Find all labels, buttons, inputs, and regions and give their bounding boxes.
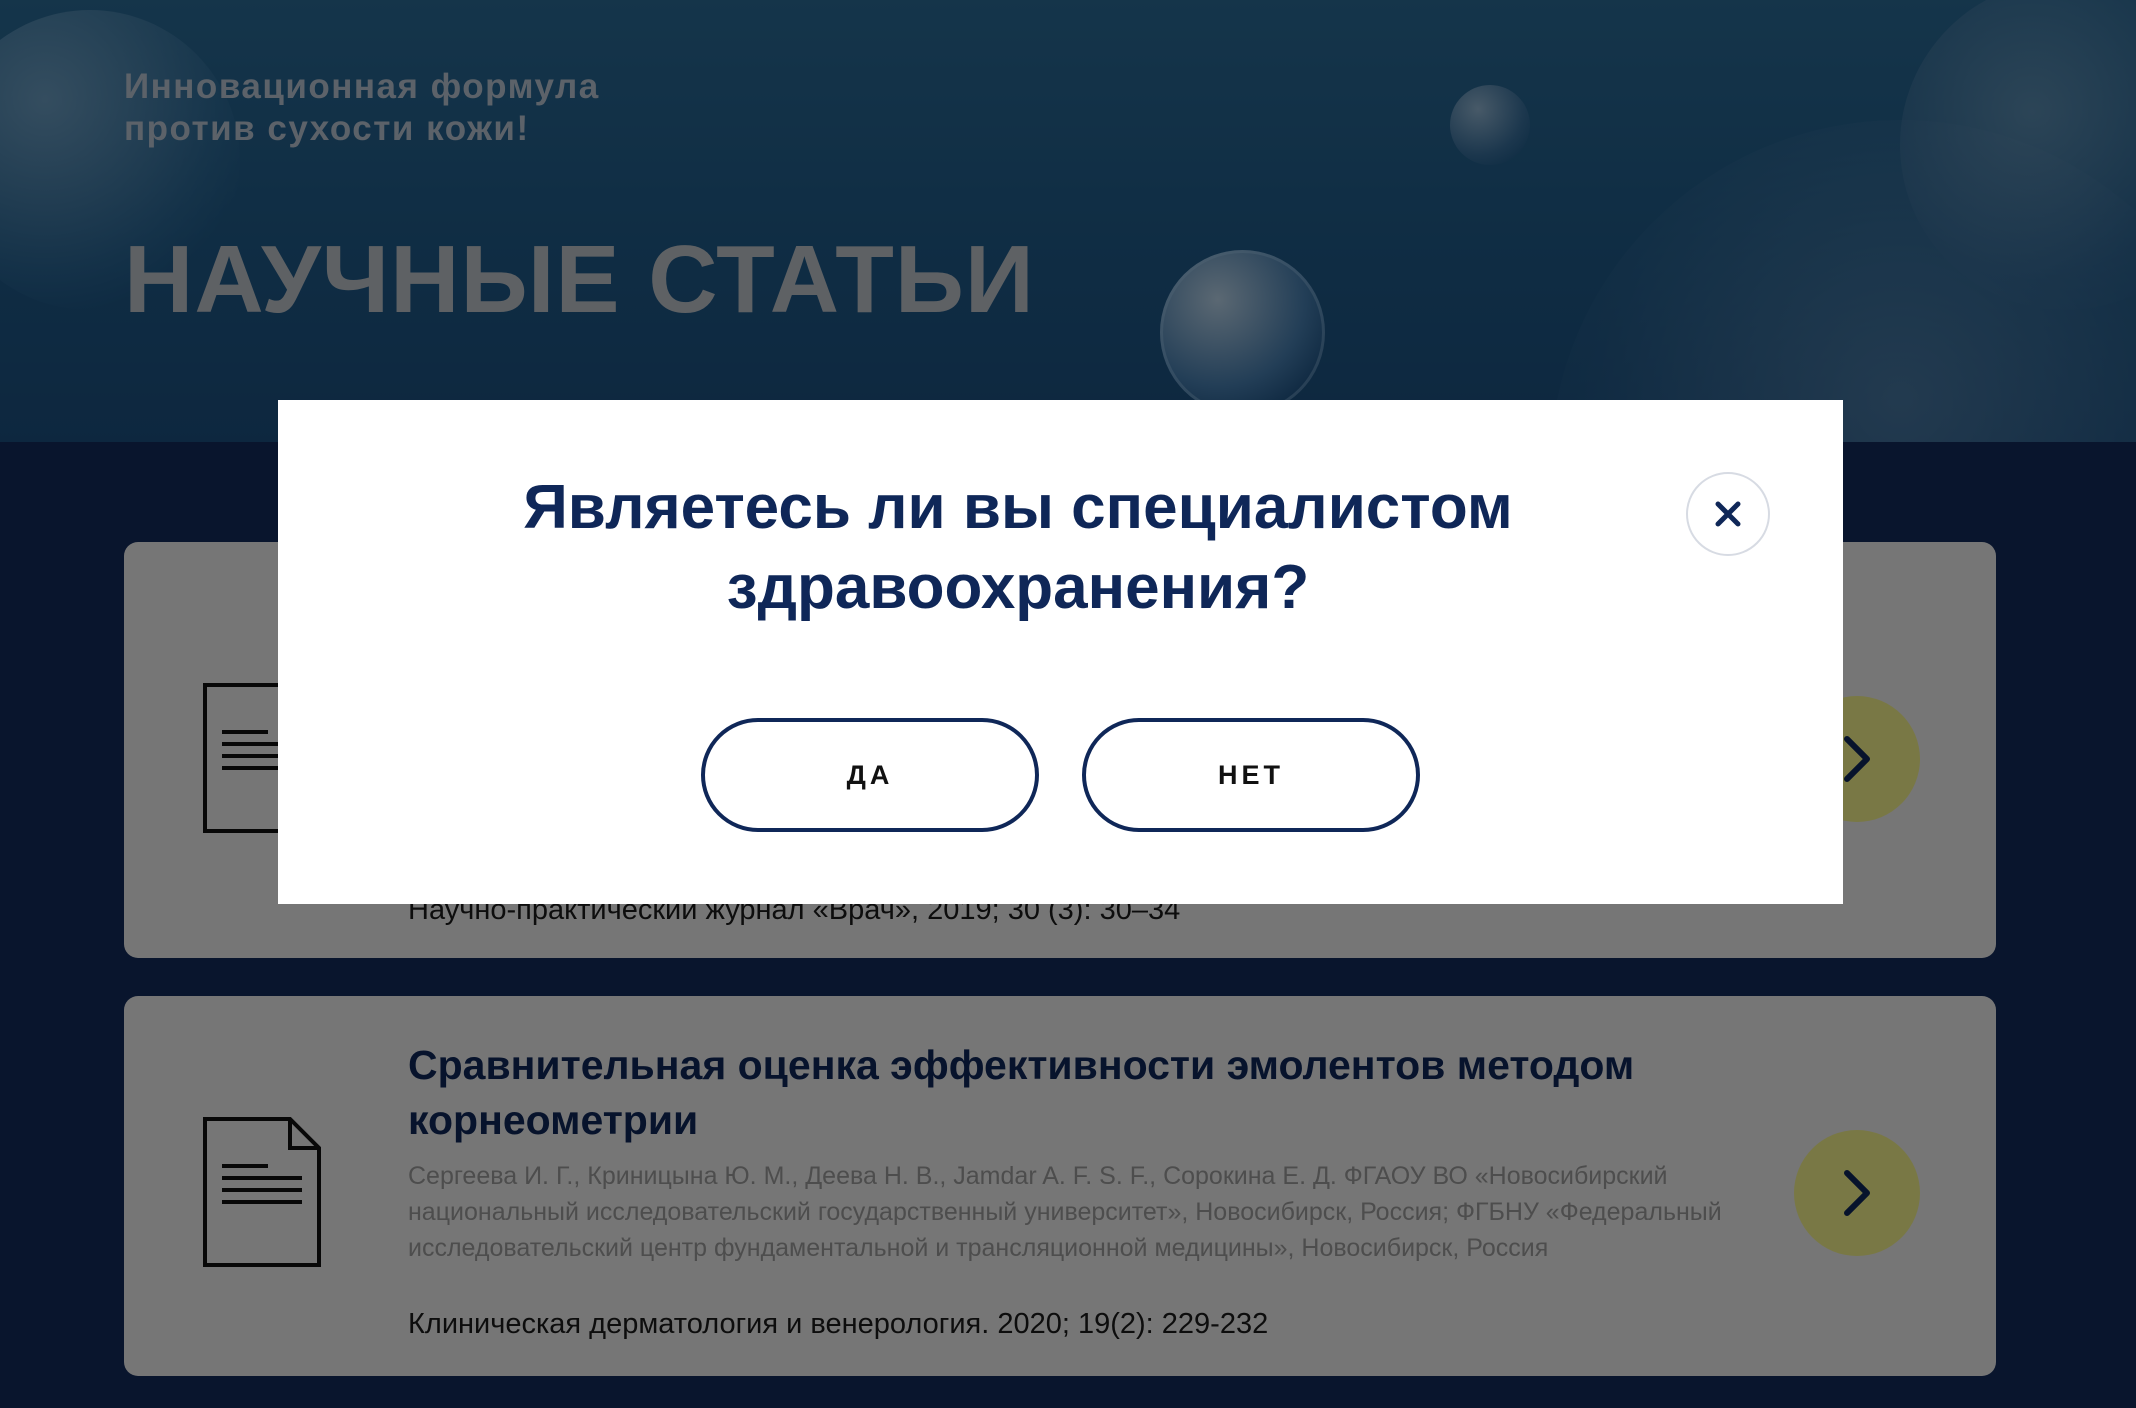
no-button[interactable]: НЕТ [1082,718,1420,832]
close-button[interactable] [1686,472,1770,556]
yes-button[interactable]: ДА [701,718,1039,832]
close-icon [1715,501,1741,527]
page: Инновационная формула против сухости кож… [0,0,2136,1408]
healthcare-specialist-modal: Являетесь ли вы специалистом здравоохран… [278,400,1843,904]
modal-question: Являетесь ли вы специалистом здравоохран… [523,473,1513,622]
